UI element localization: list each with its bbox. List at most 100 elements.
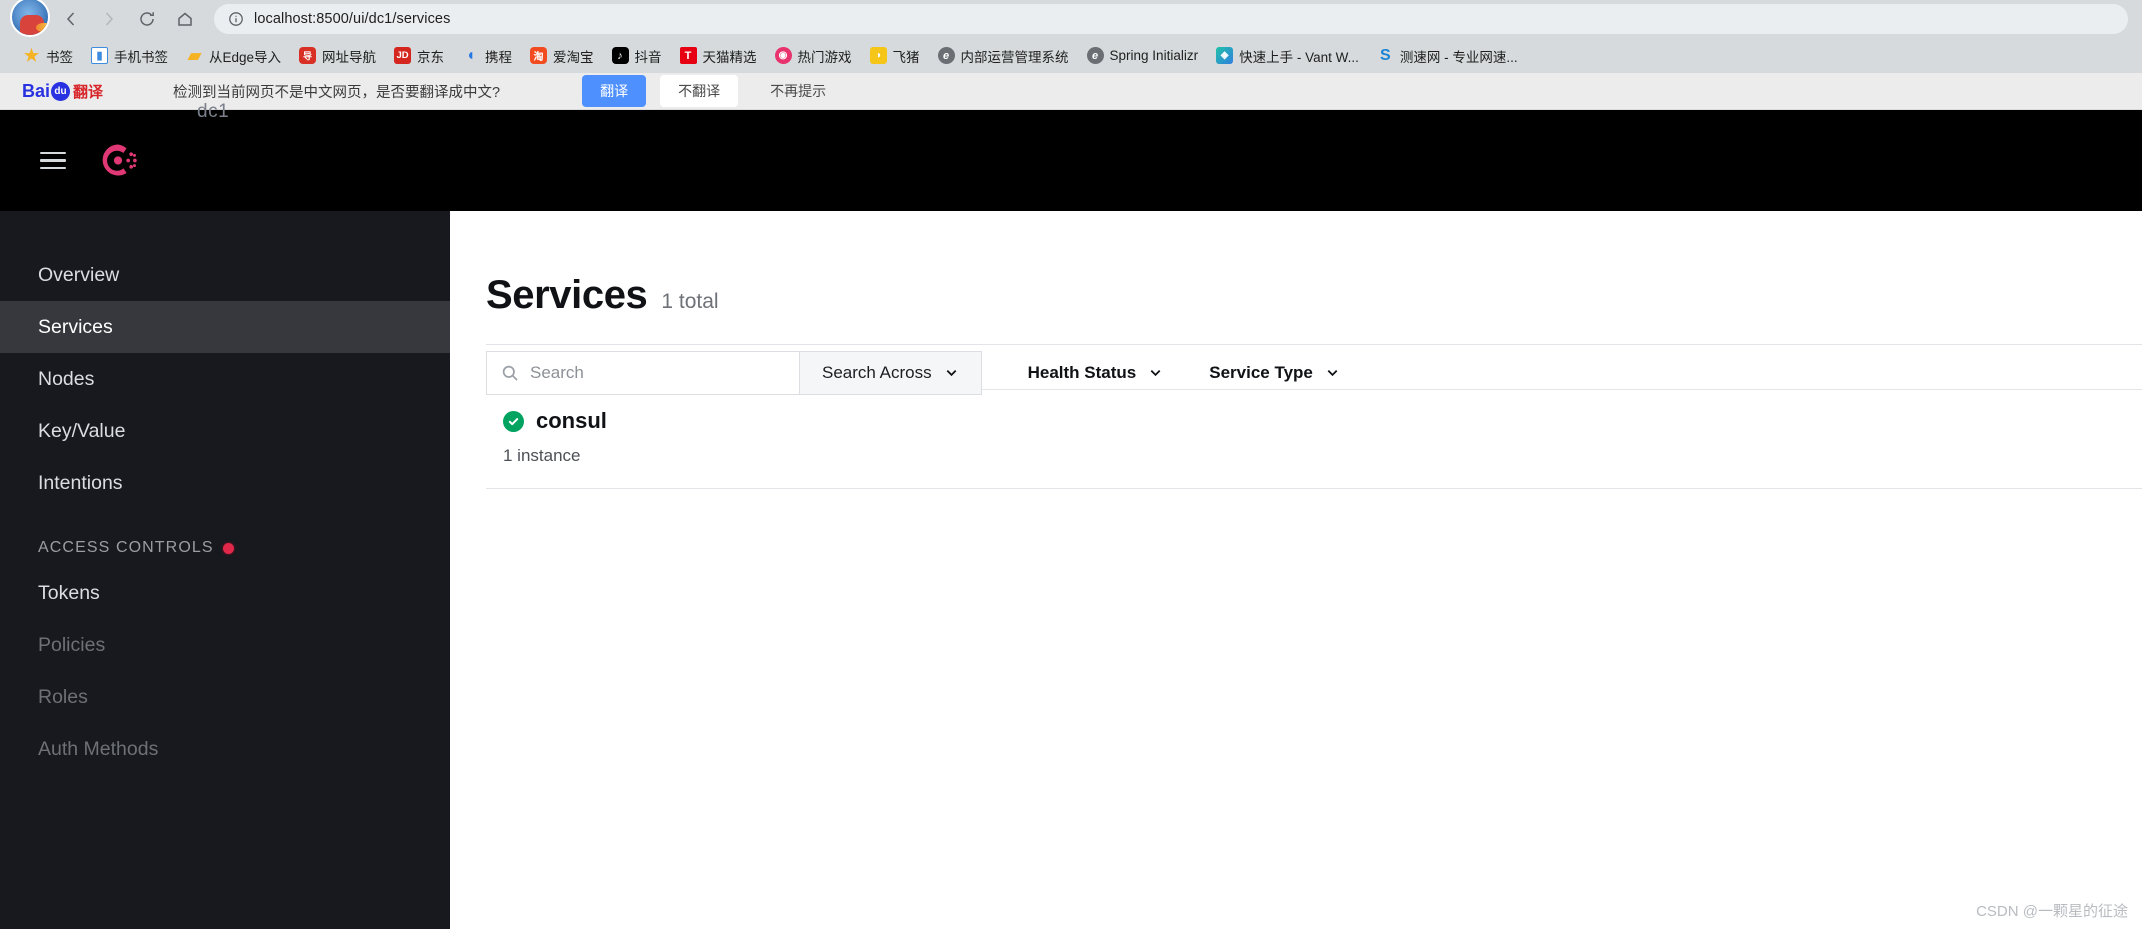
bookmark-label: 网址导航: [322, 49, 377, 65]
bookmark-item[interactable]: ▮ 手机书签: [82, 43, 177, 69]
bookmark-label: 爱淘宝: [553, 49, 594, 65]
sidebar-item-intentions[interactable]: Intentions: [0, 457, 450, 509]
bookmark-item[interactable]: JD 京东: [385, 43, 453, 69]
ctrip-icon: ◖: [465, 47, 476, 64]
bookmark-label: 天猫精选: [702, 49, 757, 65]
site-info-icon[interactable]: [228, 11, 244, 27]
baidu-translate-logo: Bai du 翻译: [22, 81, 103, 102]
fliggy-icon: ◑: [869, 47, 887, 64]
alert-dot-icon: [222, 542, 234, 554]
health-passing-icon: [503, 410, 524, 432]
edge-icon: e: [937, 47, 955, 64]
datacenter-ghost-label: dc1: [197, 101, 230, 122]
bookmark-item[interactable]: ◉ 热门游戏: [766, 43, 861, 69]
consul-app: dc1 Overview Services Nodes Key/Value Intent…: [0, 101, 2142, 929]
bookmark-item[interactable]: S 测速网 - 专业网速...: [1368, 43, 1527, 69]
url-text: localhost:8500/ui/dc1/services: [254, 11, 451, 27]
service-name[interactable]: consul: [536, 408, 607, 434]
bookmark-label: 携程: [485, 49, 513, 65]
main-content: Services 1 total Search Across: [450, 211, 2142, 929]
translate-button[interactable]: 翻译: [582, 75, 647, 107]
search-input[interactable]: [530, 362, 785, 383]
bookmark-item[interactable]: 导网址导航: [290, 43, 385, 69]
back-button[interactable]: [54, 2, 88, 36]
sidebar-item-policies: Policies: [38, 633, 106, 656]
page-title: Services: [486, 273, 648, 317]
speedtest-icon: S: [1380, 47, 1391, 64]
bookmark-label: 测速网 - 专业网速...: [1399, 49, 1518, 65]
bookmark-item[interactable]: ★ 书签: [14, 43, 82, 69]
bookmark-item[interactable]: ▰ 从Edge导入: [177, 43, 290, 69]
watermark: CSDN @一颗星的征途: [1976, 903, 2128, 920]
chevron-down-icon: [944, 365, 959, 380]
taobao-icon: 淘: [530, 47, 548, 64]
page-total-count: 1 total: [661, 290, 719, 313]
health-status-dropdown[interactable]: Health Status: [982, 351, 1164, 395]
bookmark-item[interactable]: e 内部运营管理系统: [929, 43, 1078, 69]
service-row[interactable]: consul 1 instance: [486, 390, 2142, 489]
games-icon: ◉: [774, 47, 792, 64]
app-header: dc1: [0, 101, 2142, 211]
address-bar[interactable]: localhost:8500/ui/dc1/services: [214, 4, 2128, 34]
reload-button[interactable]: [130, 2, 164, 36]
bookmark-label: 快速上手 - Vant W...: [1239, 49, 1359, 65]
sidebar: Overview Services Nodes Key/Value Intentions…: [0, 211, 450, 929]
sidebar-item-services[interactable]: Services: [0, 301, 450, 353]
douyin-icon: ♪: [611, 47, 629, 64]
bookmark-item[interactable]: ♪ 抖音: [603, 43, 671, 69]
consul-logo-icon[interactable]: [96, 138, 142, 184]
bookmark-item[interactable]: T 天猫精选: [671, 43, 766, 69]
bookmark-label: 内部运营管理系统: [960, 49, 1069, 65]
bookmark-label: 热门游戏: [797, 49, 852, 65]
hao123-icon: 导: [299, 47, 317, 64]
search-across-dropdown[interactable]: Search Across: [799, 350, 982, 395]
translate-notification-bar: Bai du 翻译 检测到当前网页不是中文网页，是否要翻译成中文? 翻译 不翻译 不…: [0, 73, 2142, 110]
sidebar-item-overview[interactable]: Overview: [0, 249, 450, 301]
bookmark-item[interactable]: ◑ 飞猪: [861, 43, 929, 69]
health-status-label: Health Status: [1027, 362, 1137, 382]
bookmark-label: 飞猪: [892, 49, 920, 65]
baidu-brand-bai: Bai: [22, 80, 51, 101]
search-field-wrapper[interactable]: [486, 350, 799, 395]
bookmark-label: 抖音: [634, 49, 662, 65]
bookmark-label: 书签: [46, 49, 73, 65]
chevron-down-icon: [1148, 365, 1163, 380]
sidebar-section-label: ACCESS CONTROLS: [38, 539, 214, 556]
tmall-icon: T: [679, 47, 697, 64]
sidebar-item-roles: Roles: [38, 685, 88, 708]
service-instance-count: 1 instance: [503, 446, 581, 465]
avatar[interactable]: [10, 0, 50, 37]
baidu-brand-suffix: 翻译: [73, 83, 104, 101]
translate-message: 检测到当前网页不是中文网页，是否要翻译成中文?: [173, 84, 501, 101]
chevron-down-icon: [1325, 365, 1340, 380]
browser-chrome: localhost:8500/ui/dc1/services ★ 书签 ▮ 手机书签 ▰…: [0, 0, 2142, 110]
browser-toolbar: localhost:8500/ui/dc1/services: [0, 0, 2142, 38]
forward-button[interactable]: [92, 2, 126, 36]
sidebar-item-nodes[interactable]: Nodes: [0, 353, 450, 405]
edge-icon: e: [1086, 47, 1104, 64]
do-not-translate-button[interactable]: 不翻译: [660, 75, 739, 107]
baidu-paw-icon: du: [51, 81, 71, 101]
bookmark-item[interactable]: 淘爱淘宝: [521, 43, 603, 69]
bookmark-item[interactable]: ◈ 快速上手 - Vant W...: [1207, 43, 1368, 69]
bookmark-item[interactable]: ◖ 携程: [453, 43, 521, 69]
sidebar-item-auth-methods: Auth Methods: [38, 737, 159, 760]
bookmark-label: 从Edge导入: [209, 49, 282, 65]
bookmarks-bar: ★ 书签 ▮ 手机书签 ▰ 从Edge导入导网址导航 JD 京东 ◖ 携程淘爱淘宝 ♪ 抖音 T 天猫精选…: [0, 38, 2142, 73]
folder-icon: ▰: [187, 47, 202, 64]
sidebar-item-tokens[interactable]: Tokens: [0, 567, 450, 619]
jd-icon: JD: [394, 47, 412, 64]
phone-bookmarks-icon: ▮: [91, 47, 108, 64]
never-show-button[interactable]: 不再提示: [752, 75, 844, 107]
service-type-label: Service Type: [1209, 362, 1313, 382]
sidebar-item-key-value[interactable]: Key/Value: [0, 405, 450, 457]
service-type-dropdown[interactable]: Service Type: [1163, 351, 1340, 395]
search-across-label: Search Across: [822, 362, 932, 382]
filter-bar: Search Across Health Status Service Type: [486, 344, 2142, 395]
star-icon: ★: [23, 47, 40, 64]
bookmark-item[interactable]: e Spring Initializr: [1078, 44, 1208, 67]
hamburger-menu-icon[interactable]: [40, 151, 66, 170]
vant-icon: ◈: [1216, 47, 1234, 64]
sidebar-section-access-controls: ACCESS CONTROLS: [0, 509, 450, 567]
home-button[interactable]: [168, 2, 202, 36]
